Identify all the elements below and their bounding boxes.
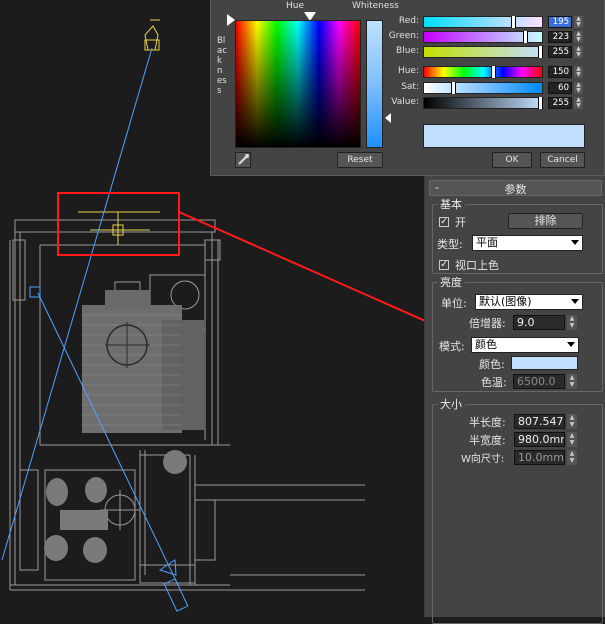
hue-label: Hue [286,1,305,11]
channel-value-input[interactable]: 195 [548,16,572,28]
channel-label: Value: [391,97,419,107]
unit-label: 单位: [441,297,467,310]
half-width-label: 半宽度: [469,434,506,447]
color-swatch [423,124,585,148]
slider-knob[interactable] [511,16,516,28]
channel-slider[interactable] [423,82,543,94]
channel-slider[interactable] [423,46,543,58]
eyedropper-button[interactable] [235,152,251,168]
blackness-label: Blackness [217,36,227,96]
multiplier-spinner[interactable]: ▲ ▼ [567,315,577,330]
color-picker-dialog: Hue Whiteness Blackness Red: 195 ▲ ▼ Green: 2… [210,0,605,176]
temperature-input[interactable]: 6500.0 [513,374,565,389]
viewport-shading-label: 视口上色 [455,259,499,272]
type-dropdown[interactable]: 平面 [472,235,583,251]
half-length-spinner[interactable]: ▲ ▼ [567,414,577,429]
chevron-down-icon [571,299,579,304]
half-length-label: 半长度: [469,416,506,429]
channel-label: Sat: [401,82,419,92]
exclude-button[interactable]: 排除 [508,213,583,229]
slider-knob[interactable] [491,66,496,78]
slider-knob[interactable] [538,46,543,58]
unit-value: 默认(图像) [479,295,532,308]
reset-button[interactable]: Reset [337,152,383,168]
channel-label: Blue: [396,46,419,56]
eyedropper-icon [238,154,249,165]
slider-knob[interactable] [523,31,528,43]
channel-value-input[interactable]: 255 [548,97,572,109]
mode-label: 模式: [439,340,465,353]
channel-value-input[interactable]: 255 [548,46,572,58]
half-length-input[interactable]: 807.547m [514,414,565,429]
ok-button[interactable]: OK [492,152,532,168]
slider-knob[interactable] [538,97,543,109]
unit-dropdown[interactable]: 默认(图像) [475,294,583,310]
whiteness-pointer-icon[interactable] [385,113,391,123]
mode-value: 颜色 [475,338,497,351]
viewport-shading-checkbox[interactable]: ✓ [439,260,449,270]
channel-value-input[interactable]: 223 [548,31,572,43]
type-value: 平面 [476,236,498,249]
temperature-spinner[interactable]: ▲ ▼ [567,374,577,389]
channel-spinner[interactable]: ▲ ▼ [574,31,583,43]
channel-spinner[interactable]: ▲ ▼ [574,97,583,109]
w-size-label: W向尺寸: [461,454,505,465]
channel-slider[interactable] [423,66,543,78]
temperature-label: 色温: [481,376,507,389]
channel-label: Red: [398,16,419,26]
channel-value-input[interactable]: 150 [548,66,572,78]
rollout-title: 参数 [504,183,527,196]
color-swatch-button[interactable] [511,356,578,370]
channel-slider[interactable] [423,31,543,43]
chevron-down-icon [571,240,579,245]
half-width-input[interactable]: 980.0mm [514,432,565,447]
multiplier-input[interactable]: 9.0 [513,315,565,330]
channel-value-input[interactable]: 60 [548,82,572,94]
on-label: 开 [455,216,466,229]
w-size-input[interactable]: 10.0mm [514,450,565,465]
color-label: 颜色: [479,358,505,371]
w-size-spinner[interactable]: ▲ ▼ [567,450,577,465]
channel-label: Green: [388,31,419,41]
rollout-header[interactable]: - 参数 [429,180,602,196]
type-label: 类型: [437,238,463,251]
hue-blackness-field[interactable] [235,20,361,148]
cancel-button[interactable]: Cancel [540,152,585,168]
channel-spinner[interactable]: ▲ ▼ [574,66,583,78]
on-checkbox[interactable]: ✓ [439,217,449,227]
channel-slider[interactable] [423,97,543,109]
channel-spinner[interactable]: ▲ ▼ [574,16,583,28]
channel-spinner[interactable]: ▲ ▼ [574,82,583,94]
mode-dropdown[interactable]: 颜色 [471,337,579,353]
channel-slider[interactable] [423,16,543,28]
basic-group-title: 基本 [437,196,465,212]
channel-label: Hue: [397,66,419,76]
multiplier-label: 倍增器: [469,317,506,330]
parameters-rollout: - 参数 基本 ✓ 开 排除 类型: 平面 ✓ 视口上色 亮度 单位: 默认(图… [424,176,605,624]
size-group-title: 大小 [437,396,465,412]
whiteness-label: Whiteness [352,1,399,11]
brightness-group-title: 亮度 [437,274,465,290]
slider-knob[interactable] [451,82,456,94]
blackness-pointer-icon[interactable] [227,14,235,26]
channel-spinner[interactable]: ▲ ▼ [574,46,583,58]
chevron-down-icon [567,342,575,347]
half-width-spinner[interactable]: ▲ ▼ [567,432,577,447]
